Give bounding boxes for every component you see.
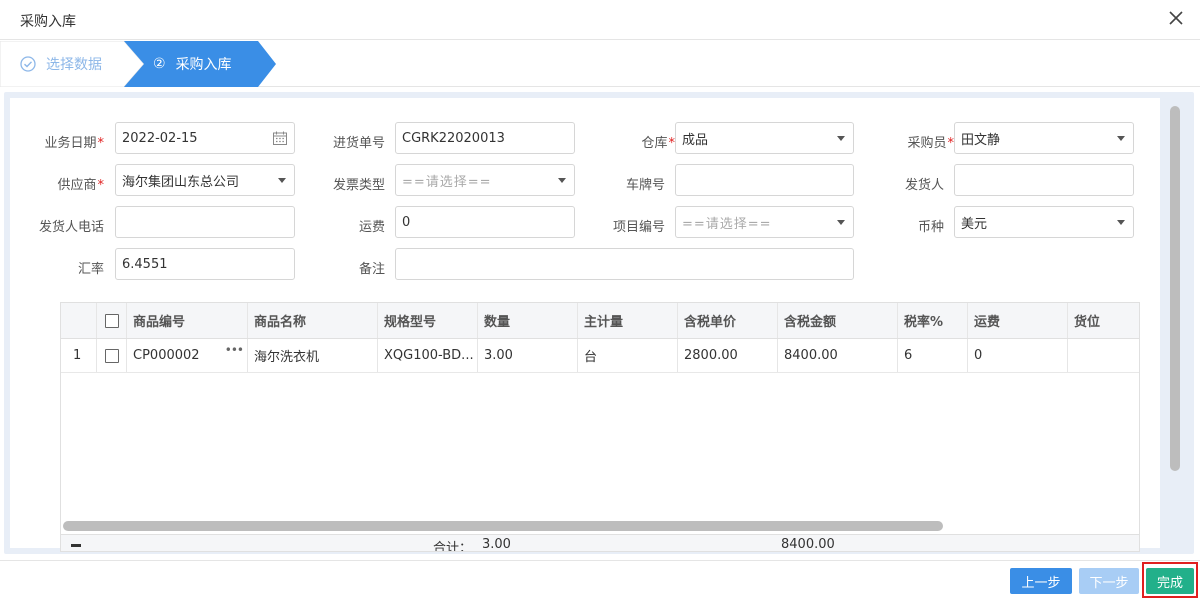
table-row[interactable]: 1 CP000002 ••• 海尔洗衣机 XQG100-BD... 3.00 台 … <box>61 339 1139 373</box>
column-header[interactable]: 货位 <box>1068 303 1139 338</box>
plate-no-field[interactable] <box>675 164 854 196</box>
shipper-field[interactable] <box>954 164 1134 196</box>
close-icon[interactable] <box>1164 6 1188 30</box>
exchange-rate-field[interactable]: 6.4551 <box>115 248 295 280</box>
project-no-label: 项目编号 <box>612 220 665 235</box>
freight-cell[interactable]: 0 <box>968 339 1068 372</box>
invoice-type-select[interactable]: ==请选择== <box>395 164 575 196</box>
chevron-down-icon <box>837 220 845 225</box>
remark-label: 备注 <box>358 262 385 277</box>
price-cell[interactable]: 2800.00 <box>678 339 778 372</box>
location-cell[interactable] <box>1068 339 1139 372</box>
step-number-icon: ② <box>153 56 166 72</box>
buyer-select[interactable]: 田文静 <box>954 122 1134 154</box>
step-select-data[interactable]: 选择数据 <box>0 41 126 87</box>
freight-field[interactable]: 0 <box>395 206 575 238</box>
horizontal-scrollbar[interactable] <box>61 521 1139 531</box>
dialog-title: 采购入库 <box>20 14 76 30</box>
currency-select[interactable]: 美元 <box>954 206 1134 238</box>
spec-cell[interactable]: XQG100-BD... <box>378 339 478 372</box>
next-step-button[interactable]: 下一步 <box>1079 568 1139 594</box>
product-code-cell[interactable]: CP000002 ••• <box>127 339 248 372</box>
chevron-down-icon <box>1117 136 1125 141</box>
remark-field[interactable] <box>395 248 854 280</box>
calendar-icon[interactable] <box>272 130 288 146</box>
supplier-label: 供应商* <box>57 178 104 193</box>
column-header[interactable]: 商品编号 <box>127 303 248 338</box>
check-circle-icon <box>20 56 36 72</box>
freight-label: 运费 <box>358 220 385 235</box>
qty-cell[interactable]: 3.00 <box>478 339 578 372</box>
step-purchase-inbound[interactable]: ② 采购入库 <box>153 41 232 87</box>
chevron-down-icon <box>837 136 845 141</box>
chevron-down-icon <box>278 178 286 183</box>
row-index-header <box>61 303 97 338</box>
grid-summary-row: 合计： 3.00 8400.00 <box>61 534 1139 552</box>
more-icon[interactable]: ••• <box>225 343 244 357</box>
collapse-icon[interactable] <box>71 544 81 547</box>
product-name-cell[interactable]: 海尔洗衣机 <box>248 339 378 372</box>
warehouse-select[interactable]: 成品 <box>675 122 854 154</box>
dialog-footer: 上一步 下一步 完成 <box>0 560 1200 598</box>
form-area: 业务日期* 2022-02-15 进货单号 CGRK22020013 仓库* 成… <box>10 98 1160 552</box>
summary-qty: 3.00 <box>482 537 511 552</box>
shipper-phone-label: 发货人电话 <box>38 220 104 235</box>
plate-no-label: 车牌号 <box>625 178 665 193</box>
invoice-type-label: 发票类型 <box>332 178 385 193</box>
content-panel: 业务日期* 2022-02-15 进货单号 CGRK22020013 仓库* 成… <box>4 92 1194 554</box>
supplier-select[interactable]: 海尔集团山东总公司 <box>115 164 295 196</box>
purchase-inbound-dialog: 采购入库 选择数据 ② 采购入库 业务日期* 2022-02-15 进货单号 C… <box>0 0 1200 598</box>
done-button[interactable]: 完成 <box>1146 568 1194 594</box>
column-header[interactable]: 运费 <box>968 303 1068 338</box>
step-label: 采购入库 <box>175 57 232 73</box>
vertical-scrollbar[interactable] <box>1170 106 1180 542</box>
column-header[interactable]: 含税金额 <box>778 303 898 338</box>
column-header[interactable]: 规格型号 <box>378 303 478 338</box>
biz-date-label: 业务日期* <box>44 136 104 151</box>
select-all-checkbox[interactable] <box>97 303 127 338</box>
amount-cell[interactable]: 8400.00 <box>778 339 898 372</box>
dialog-titlebar: 采购入库 <box>0 0 1200 40</box>
receipt-no-field[interactable]: CGRK22020013 <box>395 122 575 154</box>
column-header[interactable]: 含税单价 <box>678 303 778 338</box>
chevron-down-icon <box>558 178 566 183</box>
chevron-down-icon <box>1117 220 1125 225</box>
column-header[interactable]: 数量 <box>478 303 578 338</box>
biz-date-field[interactable]: 2022-02-15 <box>115 122 295 154</box>
column-header[interactable]: 商品名称 <box>248 303 378 338</box>
summary-amount: 8400.00 <box>781 537 835 552</box>
wizard-steps: 选择数据 ② 采购入库 <box>0 41 1200 87</box>
row-checkbox[interactable] <box>97 339 127 372</box>
tax-rate-cell[interactable]: 6 <box>898 339 968 372</box>
row-index: 1 <box>61 339 97 372</box>
column-header[interactable]: 税率% <box>898 303 968 338</box>
product-grid: 商品编号 商品名称 规格型号 数量 主计量 含税单价 含税金额 税率% 运费 货… <box>60 302 1140 552</box>
prev-step-button[interactable]: 上一步 <box>1010 568 1072 594</box>
unit-cell[interactable]: 台 <box>578 339 678 372</box>
warehouse-label: 仓库* <box>641 136 675 151</box>
buyer-label: 采购员* <box>907 136 954 151</box>
shipper-label: 发货人 <box>904 178 944 193</box>
shipper-phone-field[interactable] <box>115 206 295 238</box>
exchange-rate-label: 汇率 <box>77 262 104 277</box>
project-no-select[interactable]: ==请选择== <box>675 206 854 238</box>
summary-label: 合计： <box>433 541 473 552</box>
receipt-no-label: 进货单号 <box>332 136 385 151</box>
currency-label: 币种 <box>917 220 944 235</box>
step-label: 选择数据 <box>46 57 102 73</box>
column-header[interactable]: 主计量 <box>578 303 678 338</box>
grid-header: 商品编号 商品名称 规格型号 数量 主计量 含税单价 含税金额 税率% 运费 货… <box>61 303 1139 339</box>
